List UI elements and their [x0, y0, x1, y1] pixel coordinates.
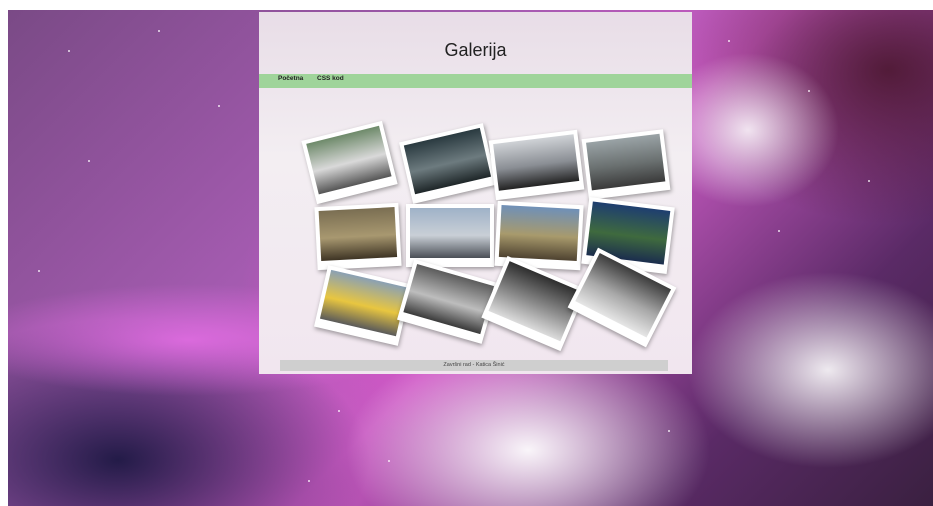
- gallery-photo[interactable]: [301, 120, 398, 205]
- gallery-photo[interactable]: [397, 259, 499, 344]
- photo-trees-image: [488, 261, 582, 342]
- photo-building-image: [306, 125, 392, 195]
- gallery-page: Galerija Početna CSS kod Završni rad - K…: [259, 12, 692, 374]
- gallery-photo[interactable]: [314, 265, 412, 346]
- gallery-photo[interactable]: [399, 123, 497, 204]
- page-title: Galerija: [444, 40, 507, 60]
- photo-race-image: [586, 133, 666, 191]
- photo-square-image: [498, 204, 580, 262]
- photo-musician-image: [403, 127, 492, 195]
- page-footer: Završni rad - Katica Šinić: [280, 360, 668, 371]
- nav-bar: Početna CSS kod: [259, 74, 692, 88]
- photo-car-image: [493, 134, 580, 191]
- gallery-photo[interactable]: [406, 204, 494, 267]
- photo-fisherman-image: [318, 207, 398, 261]
- nav-css-link[interactable]: CSS kod: [317, 75, 344, 82]
- gallery-photo[interactable]: [581, 129, 671, 200]
- gallery-photo[interactable]: [488, 129, 585, 201]
- photo-graffiti-image: [403, 264, 495, 335]
- photo-train-image: [319, 269, 408, 337]
- nav-home-link[interactable]: Početna: [278, 75, 303, 82]
- gallery-photo[interactable]: [314, 202, 402, 271]
- photo-train-station-image: [410, 208, 490, 258]
